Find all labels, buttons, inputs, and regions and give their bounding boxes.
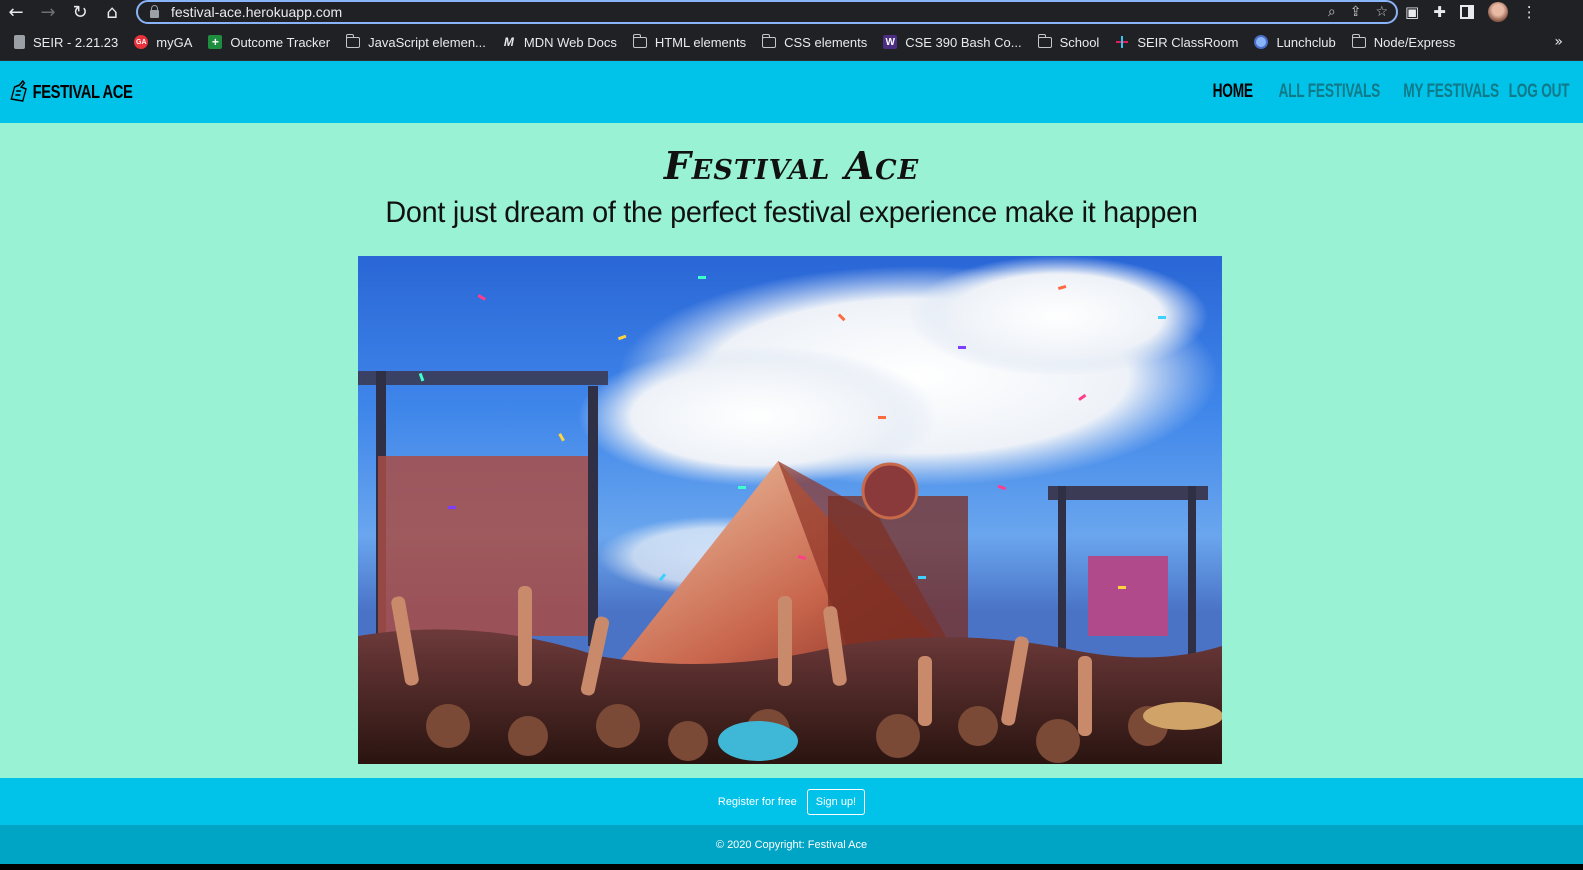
bookmark-label: CSE 390 Bash Co... xyxy=(905,34,1022,50)
share-icon[interactable]: ⇪ xyxy=(1350,4,1362,20)
festival-crowd-photo xyxy=(358,256,1222,764)
bookmark-label: myGA xyxy=(156,34,193,50)
bookmark-label: JavaScript elemen... xyxy=(368,34,486,50)
folder-icon xyxy=(1351,33,1366,48)
bookmark-item[interactable]: School xyxy=(1037,33,1100,50)
register-text: Register for free xyxy=(717,795,797,808)
site-navbar: FESTIVAL ACE HOME ALL FESTIVALS MY FESTI… xyxy=(0,61,1583,123)
puzzle-icon[interactable]: ✚ xyxy=(1433,3,1446,21)
side-panel-icon[interactable] xyxy=(1459,5,1474,19)
extension-icon[interactable]: ▣ xyxy=(1405,3,1419,21)
browser-toolbar: ← → ↻ ⌂ festival-ace.herokuapp.com ⌕ ⇪ ☆… xyxy=(0,0,1583,24)
brand-link[interactable]: FESTIVAL ACE xyxy=(8,79,133,105)
address-bar[interactable]: festival-ace.herokuapp.com ⌕ ⇪ ☆ xyxy=(136,0,1398,24)
nav-links: HOME ALL FESTIVALS MY FESTIVALS LOG OUT xyxy=(1211,81,1569,103)
signup-banner: Register for free Sign up! xyxy=(0,778,1583,825)
ga-icon: GA xyxy=(134,35,149,49)
ace-hand-logo-icon xyxy=(10,79,27,102)
folder-icon xyxy=(346,33,361,48)
nav-all-festivals[interactable]: ALL FESTIVALS xyxy=(1278,81,1380,103)
bookmark-label: School xyxy=(1059,34,1100,50)
folder-icon xyxy=(632,33,647,48)
page-subtitle: Dont just dream of the perfect festival … xyxy=(385,196,1198,229)
bookmark-label: Node/Express xyxy=(1373,34,1456,50)
sheets-icon: + xyxy=(208,35,223,49)
more-bookmarks-icon[interactable]: » xyxy=(1554,34,1563,50)
bookmark-item[interactable]: JavaScript elemen... xyxy=(346,33,486,50)
bookmark-label: HTML elements xyxy=(654,34,747,50)
bookmark-label: MDN Web Docs xyxy=(523,34,617,50)
window-bottom-edge xyxy=(0,864,1583,870)
bookmark-label: Outcome Tracker xyxy=(230,34,331,50)
bookmark-label: Lunchclub xyxy=(1276,34,1336,50)
bookmark-item[interactable]: CSS elements xyxy=(762,33,868,50)
copyright-footer: © 2020 Copyright: Festival Ace xyxy=(0,825,1583,864)
back-arrow-icon[interactable]: ← xyxy=(0,0,32,24)
avatar[interactable] xyxy=(1487,2,1508,22)
kebab-menu-icon[interactable]: ⋮ xyxy=(1522,3,1537,21)
bookmark-item[interactable]: SEIR - 2.21.23 xyxy=(14,35,118,50)
web-page: FESTIVAL ACE HOME ALL FESTIVALS MY FESTI… xyxy=(0,61,1583,870)
bookmark-label: SEIR - 2.21.23 xyxy=(33,34,119,50)
star-icon[interactable]: ☆ xyxy=(1375,4,1388,20)
page-title: Festival Ace xyxy=(663,143,920,188)
url-text[interactable]: festival-ace.herokuapp.com xyxy=(171,4,342,20)
nav-log-out[interactable]: LOG OUT xyxy=(1508,81,1569,103)
bookmark-label: SEIR ClassRoom xyxy=(1137,34,1239,50)
brand-name: FESTIVAL ACE xyxy=(32,81,133,102)
nav-my-festivals[interactable]: MY FESTIVALS xyxy=(1403,81,1499,103)
nav-home[interactable]: HOME xyxy=(1212,81,1252,103)
bookmark-item[interactable]: M MDN Web Docs xyxy=(502,35,617,50)
slack-icon xyxy=(1115,35,1129,49)
bookmark-label: CSS elements xyxy=(784,34,868,50)
doc-icon xyxy=(14,35,25,49)
zoom-icon[interactable]: ⌕ xyxy=(1328,4,1336,20)
bookmark-item[interactable]: SEIR ClassRoom xyxy=(1115,35,1238,50)
bookmark-item[interactable]: GA myGA xyxy=(134,35,192,50)
folder-icon xyxy=(1037,33,1052,48)
hero-image xyxy=(358,256,1222,764)
forward-arrow-icon[interactable]: → xyxy=(32,0,64,24)
copyright-text: © 2020 Copyright: Festival Ace xyxy=(715,838,868,851)
uw-icon: W xyxy=(883,35,898,49)
lunchclub-icon xyxy=(1254,35,1269,49)
sign-up-button[interactable]: Sign up! xyxy=(806,788,866,815)
folder-icon xyxy=(762,33,777,48)
bookmark-item[interactable]: Lunchclub xyxy=(1254,34,1336,50)
bookmark-item[interactable]: HTML elements xyxy=(632,33,747,50)
bookmarks-bar: SEIR - 2.21.23 GA myGA + Outcome Tracker J… xyxy=(0,24,1583,61)
lock-icon xyxy=(150,4,159,18)
home-icon[interactable]: ⌂ xyxy=(96,0,128,24)
bookmark-item[interactable]: W CSE 390 Bash Co... xyxy=(883,34,1022,50)
bookmark-item[interactable]: Node/Express xyxy=(1351,33,1456,50)
reload-icon[interactable]: ↻ xyxy=(64,0,96,24)
mdn-icon: M xyxy=(503,35,514,49)
bookmark-item[interactable]: + Outcome Tracker xyxy=(208,35,330,50)
